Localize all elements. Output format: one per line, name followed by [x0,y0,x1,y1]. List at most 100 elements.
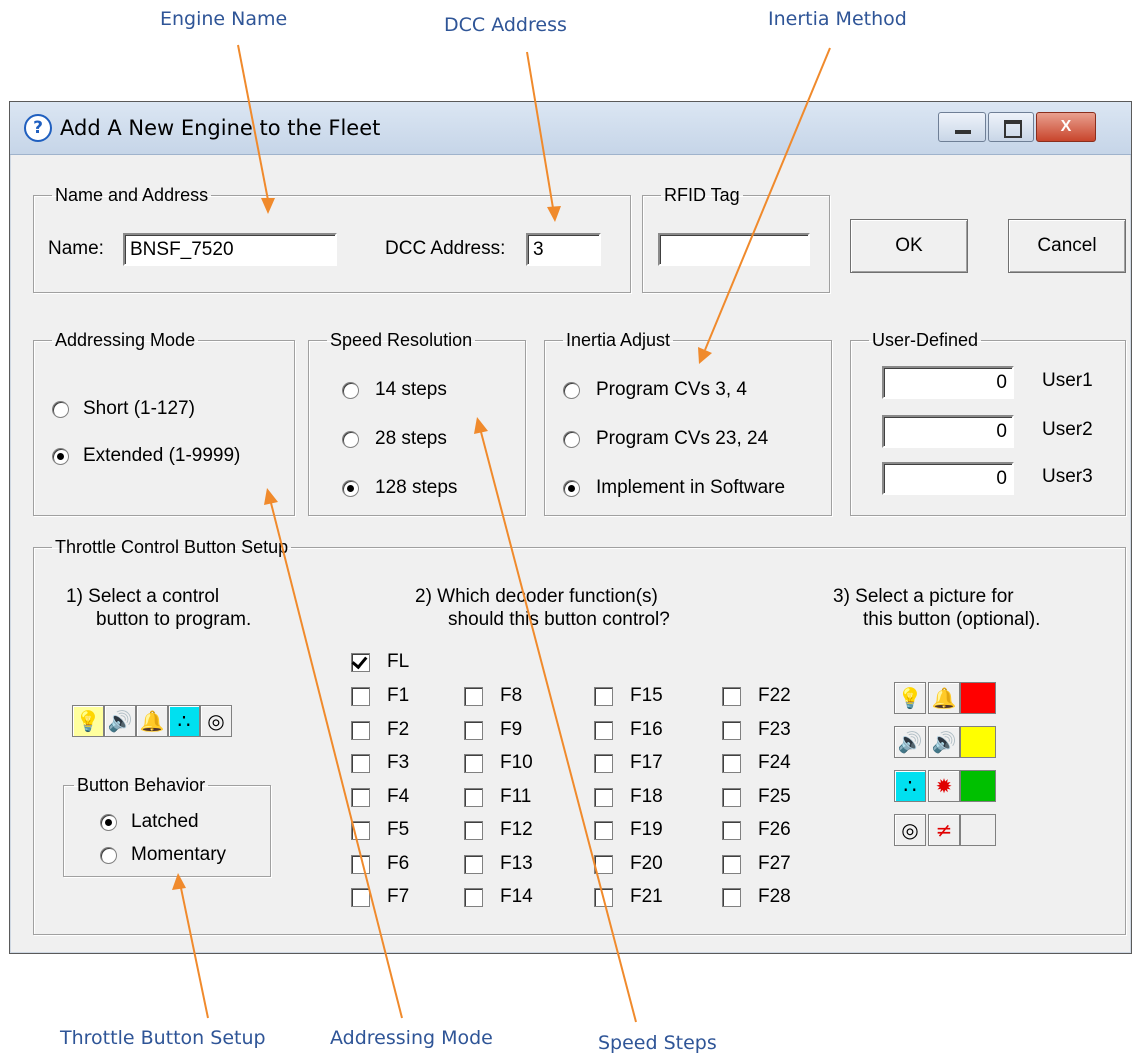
function-f5-checkbox[interactable] [351,821,370,840]
inertia-cv34-radio[interactable] [563,382,580,399]
function-f11-checkbox[interactable] [464,788,483,807]
whistle-icon[interactable]: 🔊 [928,726,960,758]
addressing-short-label: Short (1-127) [83,398,195,419]
minimize-button[interactable] [938,112,986,142]
steam-icon[interactable]: ∴ [168,705,200,737]
inertia-software-radio[interactable] [563,480,580,497]
function-f2-checkbox[interactable] [351,721,370,740]
name-address-legend: Name and Address [55,185,209,205]
function-f19-checkbox[interactable] [594,821,613,840]
function-f14-label: F14 [500,886,533,907]
steam-icon[interactable]: ∴ [894,770,926,802]
function-f20-checkbox[interactable] [594,855,613,874]
function-f13-checkbox[interactable] [464,855,483,874]
horn-icon[interactable]: 🔊 [104,705,136,737]
flash-icon[interactable]: ✹ [928,770,960,802]
yellow-swatch[interactable] [960,726,996,758]
annotation-dcc-address: DCC Address [444,14,567,36]
function-f14-checkbox[interactable] [464,888,483,907]
latched-radio[interactable] [100,814,117,831]
user3-label: User3 [1042,466,1093,487]
light-bulb-icon[interactable]: 💡 [72,705,104,737]
function-f26-checkbox[interactable] [722,821,741,840]
function-f16-checkbox[interactable] [594,721,613,740]
red-swatch[interactable] [960,682,996,714]
throttle-setup-legend: Throttle Control Button Setup [55,537,289,557]
function-f23-checkbox[interactable] [722,721,741,740]
addressing-short-radio[interactable] [52,401,69,418]
window-title: Add A New Engine to the Fleet [60,116,381,140]
function-f9-checkbox[interactable] [464,721,483,740]
close-button[interactable]: X [1036,112,1096,142]
function-f27-checkbox[interactable] [722,855,741,874]
function-f16-label: F16 [630,719,663,740]
coupler-icon[interactable]: ◎ [894,814,926,846]
function-f12-checkbox[interactable] [464,821,483,840]
rfid-legend: RFID Tag [664,185,740,205]
function-f4-checkbox[interactable] [351,788,370,807]
step3-line2: this button (optional). [863,609,1041,630]
green-swatch[interactable] [960,770,996,802]
cancel-button[interactable]: Cancel [1008,219,1126,273]
bell-icon[interactable]: 🔔 [136,705,168,737]
function-f28-checkbox[interactable] [722,888,741,907]
speed-28-radio[interactable] [342,431,359,448]
maximize-button[interactable] [988,112,1034,142]
function-f18-checkbox[interactable] [594,788,613,807]
function-f6-checkbox[interactable] [351,855,370,874]
title-bar[interactable]: ? Add A New Engine to the Fleet X [10,102,1131,155]
dcc-address-field[interactable]: 3 [526,233,601,266]
crossing-icon[interactable]: ≠ [928,814,960,846]
speed-14-radio[interactable] [342,382,359,399]
function-f21-checkbox[interactable] [594,888,613,907]
annotation-throttle-button-setup: Throttle Button Setup [60,1027,266,1049]
function-f13-label: F13 [500,853,533,874]
function-f3-checkbox[interactable] [351,754,370,773]
speed-128-radio[interactable] [342,480,359,497]
coupler-icon[interactable]: ◎ [200,705,232,737]
function-f28-label: F28 [758,886,791,907]
add-engine-dialog: ? Add A New Engine to the Fleet X Name a… [9,101,1132,954]
light-bulb-icon[interactable]: 💡 [894,682,926,714]
function-f25-checkbox[interactable] [722,788,741,807]
function-f10-checkbox[interactable] [464,754,483,773]
function-f17-checkbox[interactable] [594,754,613,773]
rfid-field[interactable] [658,233,810,266]
user1-field[interactable]: 0 [882,366,1014,399]
addressing-mode-group: Addressing Mode [33,330,295,516]
function-f7-checkbox[interactable] [351,888,370,907]
function-f15-checkbox[interactable] [594,687,613,706]
function-f27-label: F27 [758,853,791,874]
function-f1-label: F1 [387,685,410,706]
function-f21-label: F21 [630,886,663,907]
function-f8-checkbox[interactable] [464,687,483,706]
function-fl-checkbox[interactable] [351,653,370,672]
bell-icon[interactable]: 🔔 [928,682,960,714]
name-field[interactable]: BNSF_7520 [123,233,337,266]
function-f7-label: F7 [387,886,410,907]
function-f15-label: F15 [630,685,663,706]
user2-field[interactable]: 0 [882,415,1014,448]
function-f22-checkbox[interactable] [722,687,741,706]
inertia-adjust-legend: Inertia Adjust [566,330,671,350]
blank-swatch[interactable] [960,814,996,846]
help-icon: ? [24,114,52,142]
latched-label: Latched [131,811,199,832]
ok-button[interactable]: OK [850,219,968,273]
function-f9-label: F9 [500,719,523,740]
speed-128-label: 128 steps [375,477,458,498]
user3-field[interactable]: 0 [882,462,1014,495]
function-f2-label: F2 [387,719,410,740]
annotation-engine-name: Engine Name [160,8,288,30]
addressing-extended-radio[interactable] [52,448,69,465]
horn-icon[interactable]: 🔊 [894,726,926,758]
dcc-address-label: DCC Address: [385,238,506,259]
function-f24-checkbox[interactable] [722,754,741,773]
function-f3-label: F3 [387,752,410,773]
function-f25-label: F25 [758,786,791,807]
inertia-cv2324-radio[interactable] [563,431,580,448]
annotation-speed-steps: Speed Steps [598,1032,717,1054]
momentary-radio[interactable] [100,847,117,864]
annotation-addressing-mode: Addressing Mode [330,1027,493,1049]
function-f1-checkbox[interactable] [351,687,370,706]
